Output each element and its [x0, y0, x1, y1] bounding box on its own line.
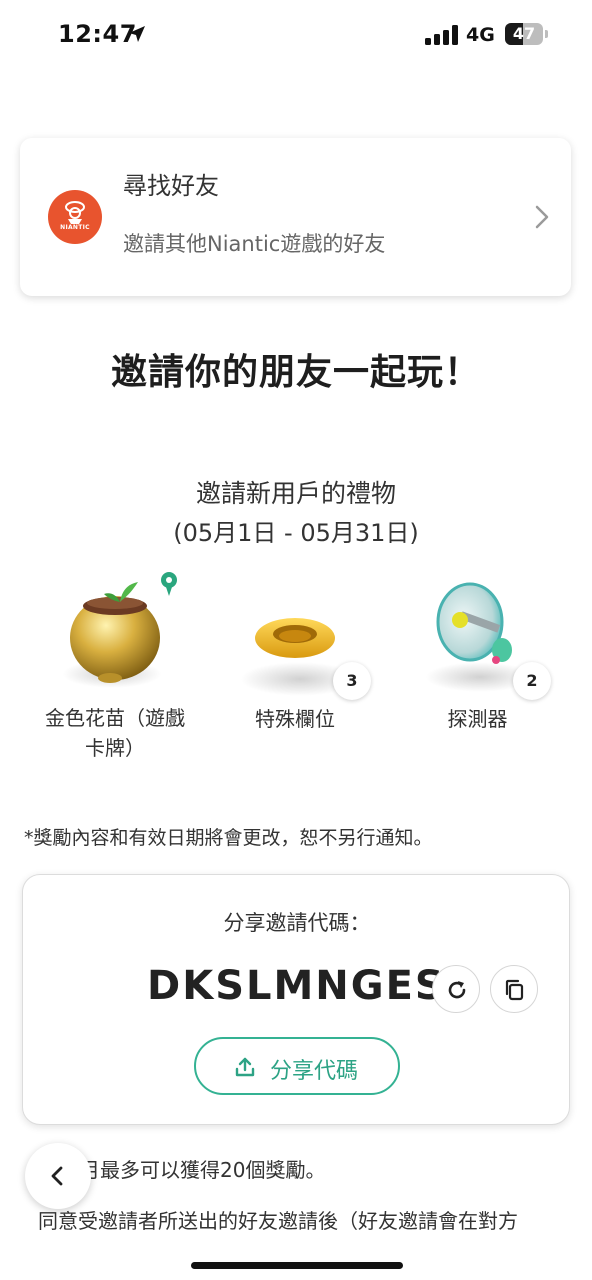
upload-share-icon: [235, 1057, 255, 1077]
battery-nub: [545, 30, 548, 38]
reward-detector: 2 探測器: [420, 580, 560, 740]
find-friends-subtitle: 邀請其他Niantic遊戲的好友: [123, 232, 386, 256]
reward-golden-planter: 金色花苗（遊戲 卡牌）: [40, 570, 200, 770]
battery-icon: 47: [505, 23, 543, 45]
share-code-label: 分享邀請代碼：: [223, 911, 371, 935]
copy-icon: [505, 979, 524, 1001]
chevron-right-icon: [535, 205, 549, 229]
back-button[interactable]: [25, 1143, 91, 1209]
golden-planter-icon: [70, 572, 177, 683]
find-friends-card[interactable]: NIANTIC 尋找好友 邀請其他Niantic遊戲的好友: [20, 138, 571, 296]
reward-special-slot: 3 特殊欄位: [235, 590, 375, 740]
network-type: 4G: [466, 24, 495, 46]
gift-dates: (05月1日 - 05月31日): [173, 519, 419, 547]
invite-rules-text: 同意受邀請者所送出的好友邀請後（好友邀請會在對方: [38, 1209, 518, 1233]
gift-title: 邀請新用戶的禮物: [195, 479, 396, 508]
signal-bars-icon: [425, 25, 459, 45]
invite-code[interactable]: DKSLMNGES: [147, 963, 446, 1009]
chevron-left-icon: [51, 1166, 63, 1186]
reward-label: 金色花苗（遊戲 卡牌）: [40, 703, 190, 763]
refresh-icon: [448, 981, 466, 999]
reward-label: 探測器: [447, 707, 508, 731]
reward-label: 特殊欄位: [255, 707, 335, 731]
reward-label-line2: 卡牌）: [85, 736, 145, 760]
reward-limit-text: 月最多可以獲得20個獎勵。: [80, 1158, 326, 1182]
battery-level: 47: [512, 24, 536, 43]
refresh-code-button[interactable]: [432, 965, 480, 1013]
home-indicator[interactable]: [191, 1262, 403, 1269]
share-code-button[interactable]: 分享代碼: [194, 1037, 400, 1095]
location-arrow-icon: [129, 26, 145, 42]
reward-count-badge: 3: [333, 662, 371, 700]
niantic-logo: NIANTIC: [48, 190, 102, 244]
share-code-button-label: 分享代碼: [270, 1059, 359, 1084]
reward-label-line1: 金色花苗（遊戲: [45, 706, 185, 730]
niantic-mascot-icon: [65, 201, 85, 224]
reward-notice: *獎勵內容和有效日期將會更改，恕不另行通知。: [24, 827, 433, 849]
status-bar: 12:47 4G 47: [0, 0, 592, 70]
share-code-card: 分享邀請代碼： DKSLMNGES 分享代碼: [22, 874, 570, 1125]
find-friends-title: 尋找好友: [123, 172, 219, 200]
status-time: 12:47: [58, 20, 137, 48]
reward-count-badge: 2: [513, 662, 551, 700]
copy-code-button[interactable]: [490, 965, 538, 1013]
niantic-logo-text: NIANTIC: [60, 224, 90, 231]
invite-headline: 邀請你的朋友一起玩！: [110, 352, 481, 393]
